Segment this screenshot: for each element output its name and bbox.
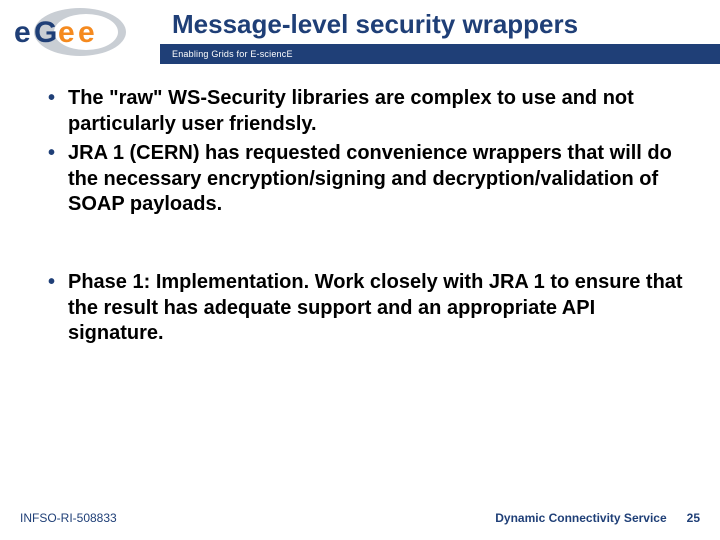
bullet-item: JRA 1 (CERN) has requested convenience w…: [48, 141, 690, 218]
svg-text:e: e: [14, 16, 31, 49]
tagline-text: Enabling Grids for E-sciencE: [172, 49, 293, 59]
bullet-list: The "raw" WS-Security libraries are comp…: [48, 86, 690, 218]
footer-right: Dynamic Connectivity Service 25: [495, 511, 700, 525]
footer-page-number: 25: [687, 511, 700, 525]
footer-reference: INFSO-RI-508833: [20, 511, 117, 525]
svg-text:e: e: [58, 16, 75, 49]
slide-title: Message-level security wrappers: [172, 9, 578, 40]
bullet-text: The "raw" WS-Security libraries are comp…: [68, 87, 634, 135]
bullet-item: Phase 1: Implementation. Work closely wi…: [48, 270, 690, 347]
egee-logo: e G e e: [8, 6, 158, 58]
title-bar: Message-level security wrappers: [160, 4, 720, 44]
svg-text:e: e: [78, 16, 95, 49]
spacer: [48, 222, 690, 270]
slide-header: e G e e Message-level security wrappers …: [0, 0, 720, 68]
bullet-text: JRA 1 (CERN) has requested convenience w…: [68, 142, 672, 215]
slide-footer: INFSO-RI-508833 Dynamic Connectivity Ser…: [0, 506, 720, 530]
bullet-list: Phase 1: Implementation. Work closely wi…: [48, 270, 690, 347]
bullet-text: Phase 1: Implementation. Work closely wi…: [68, 271, 683, 344]
slide-content: The "raw" WS-Security libraries are comp…: [0, 68, 720, 347]
tagline-bar: Enabling Grids for E-sciencE: [160, 44, 720, 64]
bullet-item: The "raw" WS-Security libraries are comp…: [48, 86, 690, 137]
footer-service: Dynamic Connectivity Service: [495, 511, 666, 525]
svg-text:G: G: [34, 16, 57, 49]
